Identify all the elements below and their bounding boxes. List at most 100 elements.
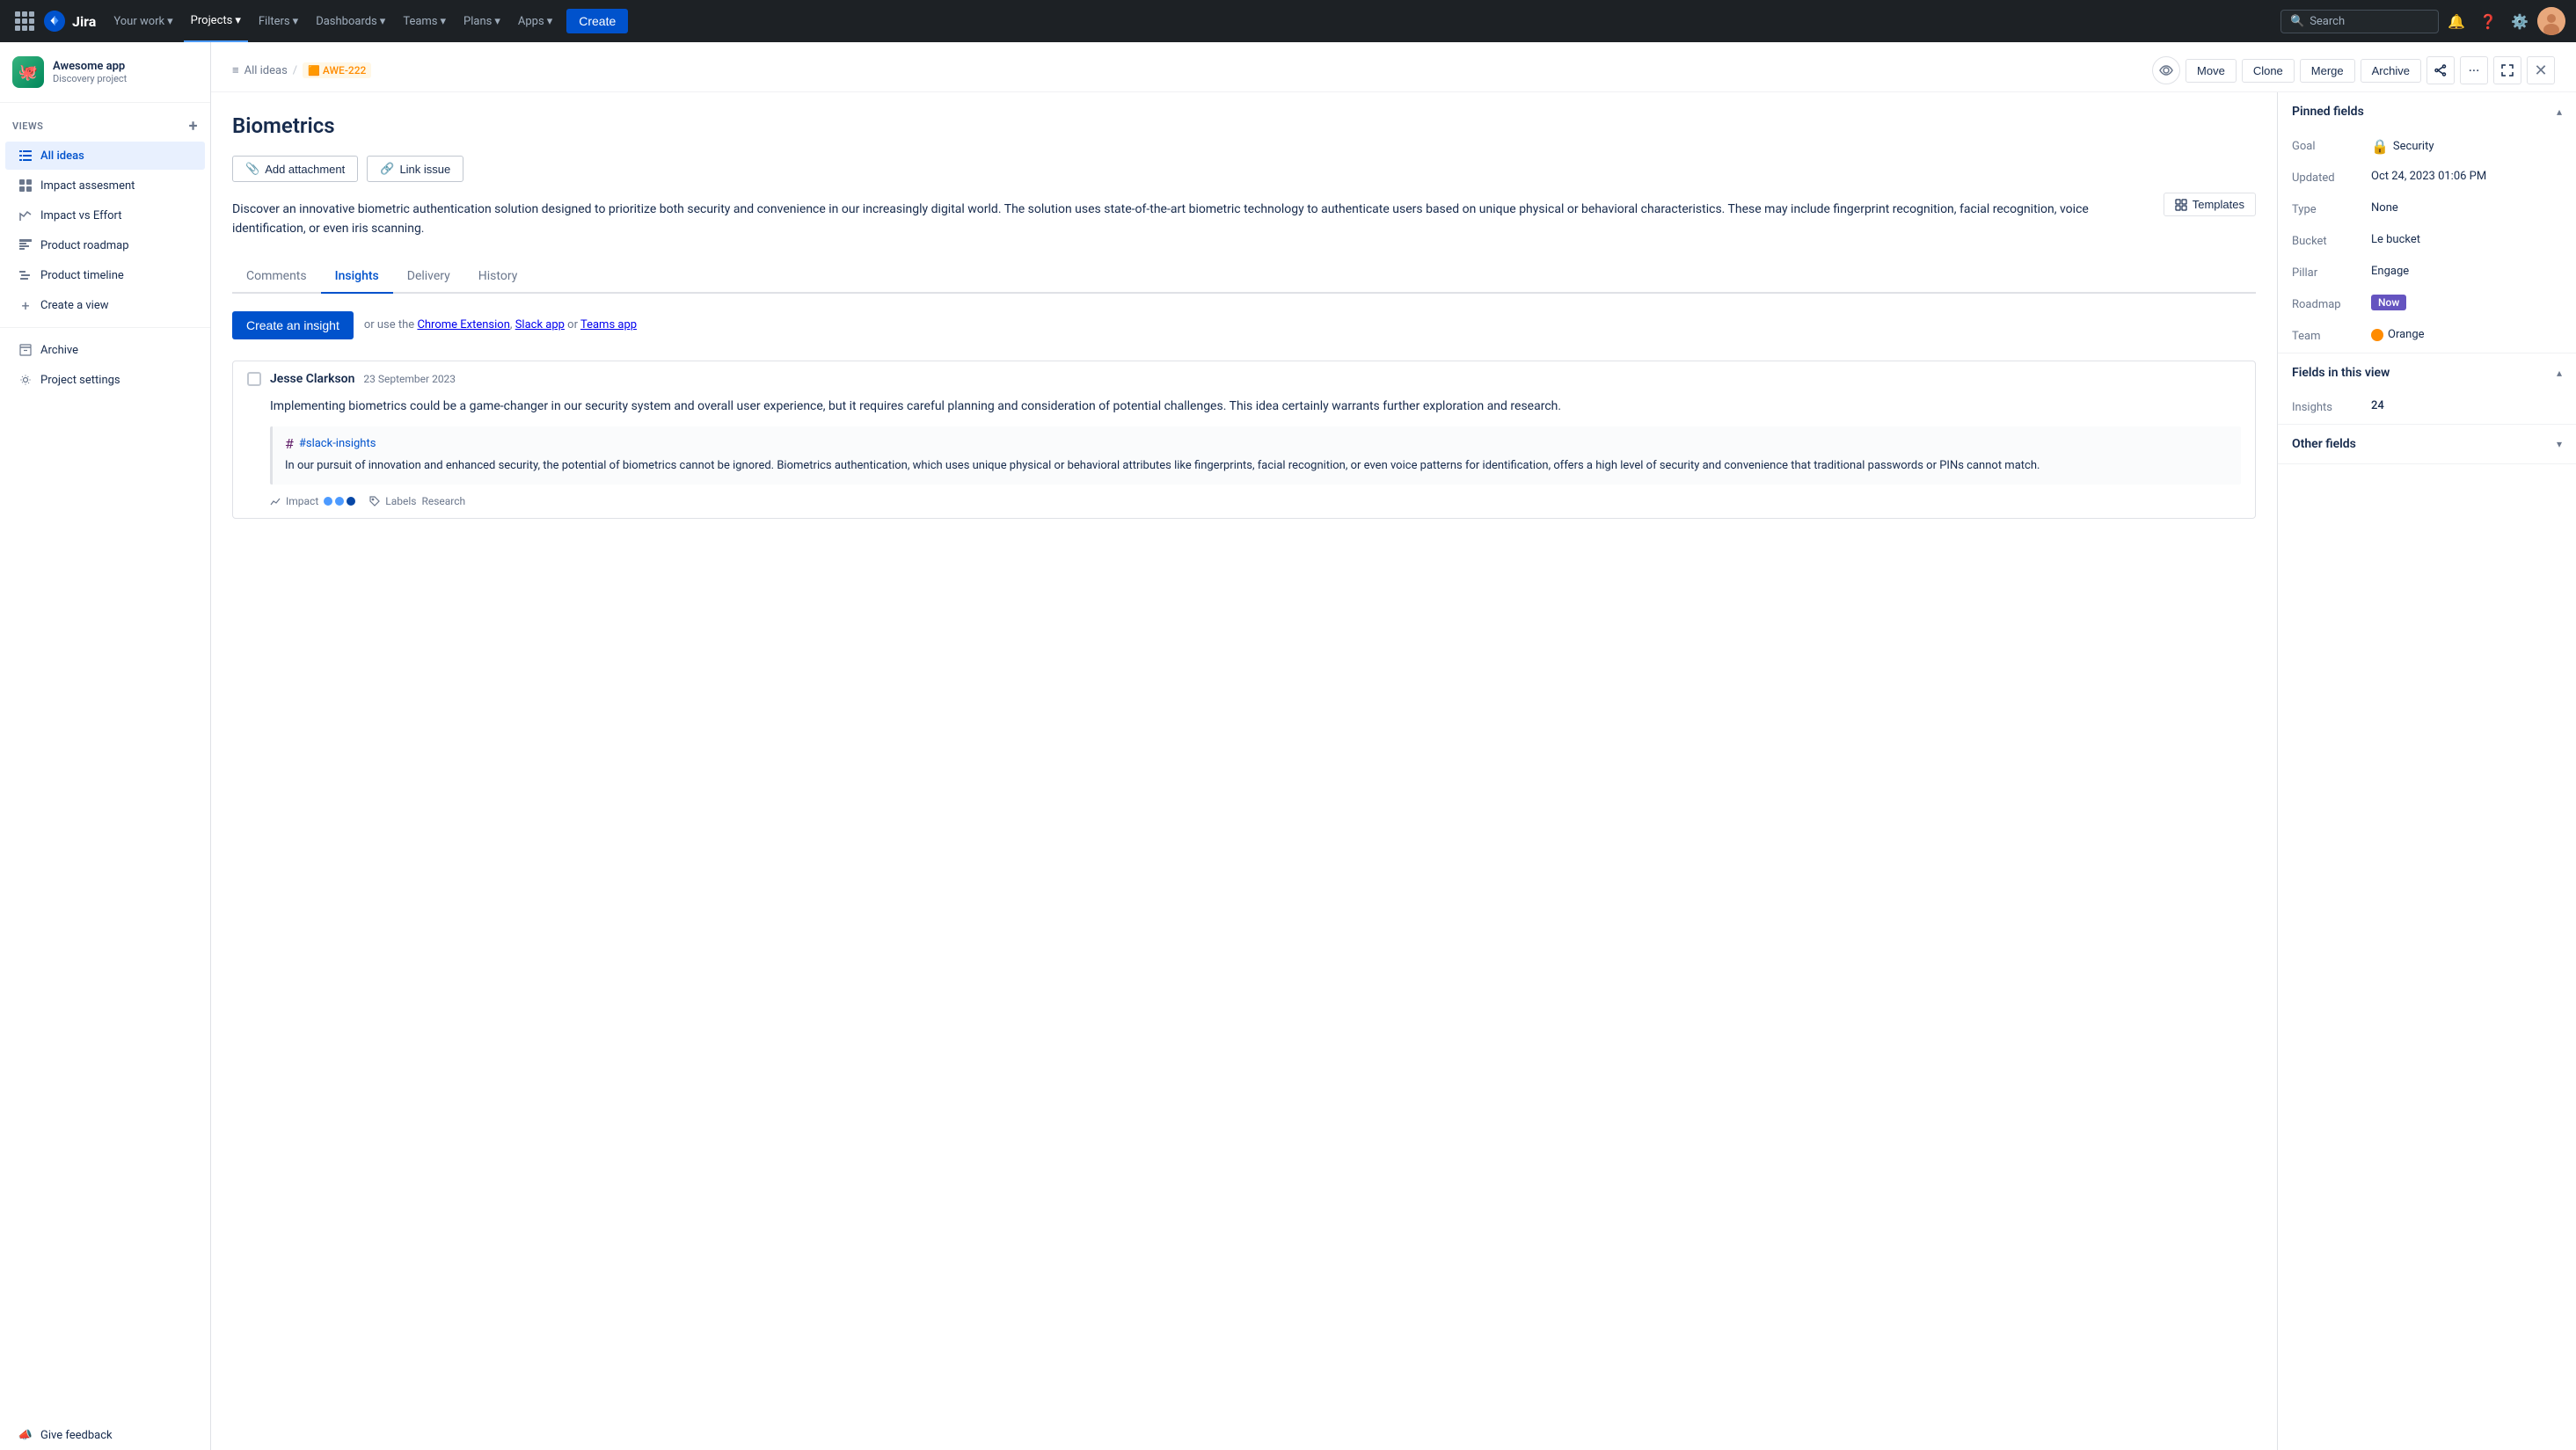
- nav-dashboards[interactable]: Dashboards ▾: [309, 0, 392, 42]
- chevron-down-icon: ▾: [235, 14, 241, 27]
- sidebar-item-archive[interactable]: Archive: [5, 336, 205, 364]
- sidebar-item-give-feedback[interactable]: 📣 Give feedback: [5, 1421, 205, 1449]
- create-insight-button[interactable]: Create an insight: [232, 311, 354, 339]
- project-name: Awesome app: [53, 60, 127, 73]
- feedback-icon: 📣: [18, 1427, 33, 1443]
- insight-quote-text: In our pursuit of innovation and enhance…: [285, 457, 2229, 476]
- grid-menu-button[interactable]: [11, 7, 39, 35]
- user-avatar[interactable]: [2537, 7, 2565, 35]
- help-button[interactable]: ❓: [2474, 7, 2502, 35]
- tab-delivery[interactable]: Delivery: [393, 260, 464, 294]
- add-view-button[interactable]: +: [189, 117, 198, 135]
- settings-icon: [18, 372, 33, 388]
- main-content: ≡ All ideas / 🟧 AWE-222 Move Clone Merge: [211, 42, 2576, 1450]
- slack-icon: #: [285, 435, 294, 452]
- chrome-extension-link[interactable]: Chrome Extension: [417, 318, 509, 332]
- chevron-down-icon: ▾: [547, 15, 553, 28]
- breadcrumb-all-ideas[interactable]: All ideas: [244, 64, 288, 77]
- close-button[interactable]: ✕: [2527, 56, 2555, 84]
- impact-dots: [324, 497, 355, 506]
- plus-icon: +: [18, 297, 33, 313]
- sidebar: 🐙 Awesome app Discovery project VIEWS + …: [0, 42, 211, 1450]
- nav-apps[interactable]: Apps ▾: [511, 0, 559, 42]
- insight-meta: Impact: [270, 495, 2241, 507]
- pinned-fields-chevron: [2557, 106, 2562, 118]
- sidebar-item-product-timeline[interactable]: Product timeline: [5, 261, 205, 289]
- other-fields-header[interactable]: Other fields: [2278, 425, 2576, 463]
- impact-dot-2: [335, 497, 344, 506]
- settings-button[interactable]: ⚙️: [2506, 7, 2534, 35]
- timeline-icon: [18, 267, 33, 283]
- slack-app-link[interactable]: Slack app: [515, 318, 565, 332]
- nav-plans[interactable]: Plans ▾: [456, 0, 507, 42]
- sidebar-item-impact-assessment[interactable]: Impact assesment: [5, 171, 205, 200]
- sidebar-item-all-ideas[interactable]: All ideas: [5, 142, 205, 170]
- roadmap-value[interactable]: Now: [2371, 296, 2562, 310]
- table-icon: [18, 237, 33, 253]
- issue-badge: 🟧 AWE-222: [303, 62, 371, 78]
- watch-button[interactable]: [2152, 56, 2180, 84]
- pinned-fields-section: Pinned fields Goal 🔒 Security Updated Oc…: [2278, 92, 2576, 353]
- move-button[interactable]: Move: [2186, 59, 2237, 83]
- field-insights: Insights 24: [2278, 392, 2576, 424]
- search-bar[interactable]: 🔍 Search: [2280, 10, 2439, 33]
- field-pillar: Pillar Engage: [2278, 258, 2576, 289]
- create-button[interactable]: Create: [566, 9, 628, 33]
- bucket-value[interactable]: Le bucket: [2371, 233, 2562, 246]
- list-icon: [18, 148, 33, 164]
- issue-title: Biometrics: [232, 113, 2256, 138]
- clone-button[interactable]: Clone: [2242, 59, 2295, 83]
- tab-insights[interactable]: Insights: [321, 260, 393, 294]
- top-navigation: Jira Your work ▾ Projects ▾ Filters ▾ Da…: [0, 0, 2576, 42]
- sidebar-item-create-view[interactable]: + Create a view: [5, 291, 205, 319]
- updated-value: Oct 24, 2023 01:06 PM: [2371, 170, 2562, 183]
- views-section-label: VIEWS +: [0, 103, 210, 141]
- detail-attachment-actions: 📎 Add attachment 🔗 Link issue: [232, 156, 2256, 182]
- insight-item: Jesse Clarkson 23 September 2023 Impleme…: [232, 361, 2256, 519]
- insight-quote-source[interactable]: # #slack-insights: [285, 435, 2229, 452]
- add-attachment-button[interactable]: 📎 Add attachment: [232, 156, 358, 182]
- link-issue-button[interactable]: 🔗 Link issue: [367, 156, 463, 182]
- insight-author: Jesse Clarkson: [270, 372, 354, 386]
- more-actions-button[interactable]: ···: [2460, 56, 2488, 84]
- nav-projects[interactable]: Projects ▾: [184, 0, 248, 42]
- sidebar-item-product-roadmap[interactable]: Product roadmap: [5, 231, 205, 259]
- type-value[interactable]: None: [2371, 201, 2562, 215]
- expand-button[interactable]: [2493, 56, 2521, 84]
- insights-count: 24: [2371, 399, 2562, 412]
- insight-action-bar: Create an insight or use the Chrome Exte…: [232, 311, 2256, 339]
- detail-panel: Pinned fields Goal 🔒 Security Updated Oc…: [2277, 92, 2576, 1450]
- sidebar-item-impact-effort[interactable]: Impact vs Effort: [5, 201, 205, 230]
- link-icon: 🔗: [380, 162, 394, 176]
- paperclip-icon: 📎: [245, 162, 259, 176]
- tab-comments[interactable]: Comments: [232, 260, 321, 294]
- fields-in-view-header[interactable]: Fields in this view: [2278, 353, 2576, 392]
- breadcrumb-bar: ≡ All ideas / 🟧 AWE-222 Move Clone Merge: [211, 42, 2576, 92]
- insight-quote: # #slack-insights In our pursuit of inno…: [270, 426, 2241, 485]
- archive-button[interactable]: Archive: [2361, 59, 2421, 83]
- tab-history[interactable]: History: [464, 260, 532, 294]
- insight-checkbox[interactable]: [247, 372, 261, 386]
- templates-button[interactable]: Templates: [2164, 193, 2256, 216]
- field-team: Team Orange: [2278, 321, 2576, 353]
- other-fields-section: Other fields: [2278, 425, 2576, 464]
- fields-in-view-section: Fields in this view Insights 24: [2278, 353, 2576, 425]
- labels-meta: Labels Research: [369, 495, 465, 507]
- jira-logo[interactable]: Jira: [42, 9, 96, 33]
- goal-value[interactable]: 🔒 Security: [2371, 138, 2562, 155]
- nav-teams[interactable]: Teams ▾: [396, 0, 453, 42]
- sidebar-item-project-settings[interactable]: Project settings: [5, 366, 205, 394]
- insight-body: Implementing biometrics could be a game-…: [233, 397, 2255, 518]
- merge-button[interactable]: Merge: [2300, 59, 2355, 83]
- pillar-value[interactable]: Engage: [2371, 265, 2562, 278]
- nav-your-work[interactable]: Your work ▾: [106, 0, 179, 42]
- grid-view-icon: [18, 178, 33, 193]
- pinned-fields-header[interactable]: Pinned fields: [2278, 92, 2576, 131]
- teams-app-link[interactable]: Teams app: [580, 318, 637, 332]
- team-value[interactable]: Orange: [2371, 328, 2562, 341]
- nav-filters[interactable]: Filters ▾: [252, 0, 305, 42]
- chevron-down-icon: ▾: [167, 15, 173, 28]
- project-header[interactable]: 🐙 Awesome app Discovery project: [0, 42, 210, 103]
- share-button[interactable]: [2426, 56, 2455, 84]
- notifications-button[interactable]: 🔔: [2442, 7, 2470, 35]
